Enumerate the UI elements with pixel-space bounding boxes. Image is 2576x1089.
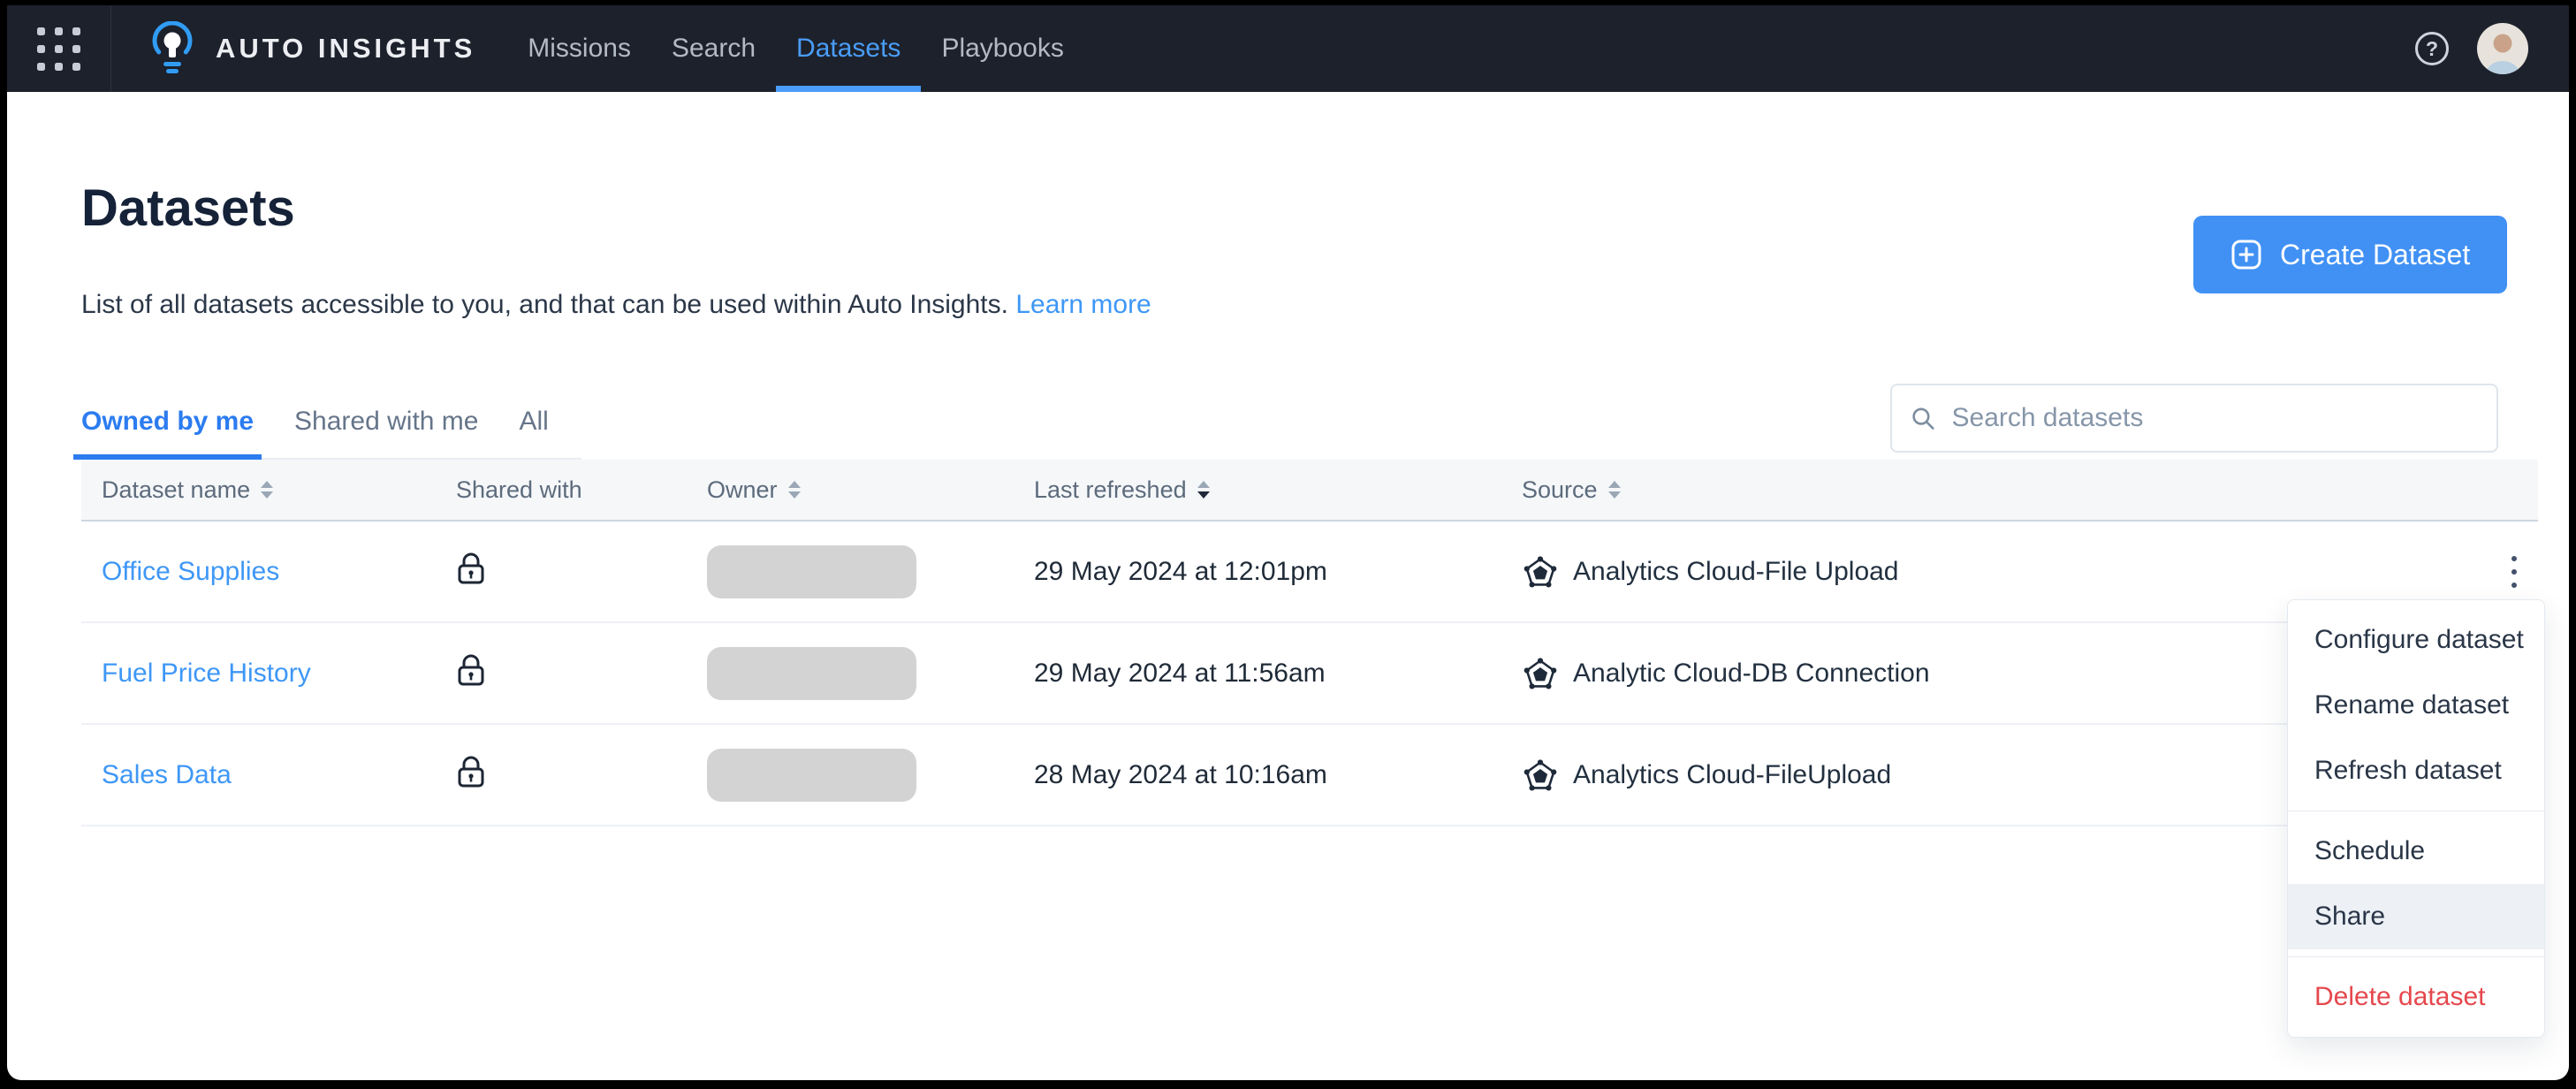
dataset-filter-tabs: Owned by me Shared with me All <box>73 403 581 460</box>
create-dataset-button[interactable]: Create Dataset <box>2193 216 2508 293</box>
lock-icon <box>458 552 484 583</box>
brand-title: AUTO INSIGHTS <box>216 33 476 64</box>
lock-icon <box>458 756 484 787</box>
page-description-text: List of all datasets accessible to you, … <box>81 290 1008 319</box>
table-row: Office Supplies 29 May 2024 at 12:01pm A… <box>81 522 2538 623</box>
table-row: Sales Data 28 May 2024 at 10:16am Analyt… <box>81 725 2538 826</box>
kebab-menu-button[interactable] <box>2503 547 2526 597</box>
svg-text:?: ? <box>2426 37 2438 60</box>
nav-item-label: Datasets <box>796 34 901 63</box>
source-label: Analytic Cloud-DB Connection <box>1573 658 1930 688</box>
analytics-cloud-icon <box>1524 555 1557 587</box>
menu-item-schedule[interactable]: Schedule <box>2288 819 2544 884</box>
sort-icon <box>1607 481 1621 499</box>
column-header-label: Source <box>1522 476 1598 503</box>
context-menu-group: Configure dataset Rename dataset Refresh d… <box>2288 600 2544 811</box>
table-row: Fuel Price History 29 May 2024 at 11:56a… <box>81 623 2538 725</box>
column-header-source[interactable]: Source <box>1522 476 2485 504</box>
lock-icon <box>458 654 484 685</box>
menu-item-refresh-dataset[interactable]: Refresh dataset <box>2288 738 2544 803</box>
dataset-name-link[interactable]: Sales Data <box>102 760 232 789</box>
dataset-name-link[interactable]: Fuel Price History <box>102 659 311 688</box>
tab-shared-with-me[interactable]: Shared with me <box>286 403 486 460</box>
help-icon: ? <box>2415 32 2449 65</box>
last-refreshed: 29 May 2024 at 12:01pm <box>1034 556 1327 586</box>
last-refreshed: 28 May 2024 at 10:16am <box>1034 759 1327 789</box>
nav-item-playbooks[interactable]: Playbooks <box>921 5 1083 92</box>
context-menu-group: Schedule Share <box>2288 811 2544 957</box>
help-button[interactable]: ? <box>2413 30 2451 67</box>
nav-item-search[interactable]: Search <box>651 5 776 92</box>
top-navigation-bar: AUTO INSIGHTS Missions Search Datasets Play… <box>7 5 2569 92</box>
dataset-name-link[interactable]: Office Supplies <box>102 557 279 586</box>
page-title: Datasets <box>81 179 295 237</box>
column-header-last-refreshed[interactable]: Last refreshed <box>1034 476 1522 504</box>
datasets-table: Dataset name Shared with Owner Last refr… <box>81 460 2538 826</box>
owner-redacted <box>707 646 916 700</box>
tab-owned-by-me[interactable]: Owned by me <box>73 403 262 460</box>
column-header-label: Shared with <box>456 476 582 503</box>
learn-more-link[interactable]: Learn more <box>1015 290 1151 319</box>
menu-item-rename-dataset[interactable]: Rename dataset <box>2288 673 2544 738</box>
analytics-cloud-icon <box>1524 758 1557 790</box>
owner-redacted <box>707 544 916 598</box>
column-header-owner[interactable]: Owner <box>707 476 1034 504</box>
lightbulb-icon <box>152 5 193 92</box>
sort-icon <box>787 481 801 499</box>
menu-item-delete-dataset[interactable]: Delete dataset <box>2288 964 2544 1030</box>
source-label: Analytics Cloud-FileUpload <box>1573 759 1892 789</box>
main-nav: Missions Search Datasets Playbooks <box>507 5 1084 92</box>
column-header-label: Last refreshed <box>1034 476 1187 503</box>
column-header-dataset-name[interactable]: Dataset name <box>102 476 456 504</box>
table-body: Office Supplies 29 May 2024 at 12:01pm A… <box>81 522 2538 826</box>
app-window: AUTO INSIGHTS Missions Search Datasets Play… <box>7 5 2569 1080</box>
nav-item-label: Missions <box>528 34 631 63</box>
sort-icon <box>1197 481 1210 499</box>
kebab-menu-icon <box>2511 555 2517 561</box>
search-box <box>1890 384 2498 453</box>
column-header-shared-with: Shared with <box>456 476 707 504</box>
user-avatar[interactable] <box>2477 23 2528 74</box>
last-refreshed: 29 May 2024 at 11:56am <box>1034 658 1326 688</box>
owner-redacted <box>707 748 916 802</box>
app-switcher-button[interactable] <box>7 5 111 92</box>
menu-item-configure-dataset[interactable]: Configure dataset <box>2288 607 2544 673</box>
search-input[interactable] <box>1949 402 2479 434</box>
page-description: List of all datasets accessible to you, … <box>81 290 1151 320</box>
menu-item-share[interactable]: Share <box>2288 884 2544 949</box>
column-header-label: Dataset name <box>102 476 251 503</box>
create-dataset-label: Create Dataset <box>2280 238 2471 270</box>
sort-icon <box>261 481 274 499</box>
plus-square-icon <box>2231 240 2261 270</box>
topbar-right: ? <box>2413 5 2569 92</box>
dataset-context-menu: Configure dataset Rename dataset Refresh d… <box>2287 599 2545 1038</box>
context-menu-group: Delete dataset <box>2288 957 2544 1037</box>
nav-item-label: Search <box>671 34 756 63</box>
tab-all[interactable]: All <box>511 403 556 460</box>
nav-item-missions[interactable]: Missions <box>507 5 651 92</box>
grid-icon <box>37 27 80 71</box>
column-header-label: Owner <box>707 476 778 503</box>
search-icon <box>1912 407 1934 430</box>
table-header-row: Dataset name Shared with Owner Last refr… <box>81 460 2538 522</box>
nav-item-datasets[interactable]: Datasets <box>776 5 922 92</box>
analytics-cloud-icon <box>1524 657 1557 689</box>
source-label: Analytics Cloud-File Upload <box>1573 556 1899 586</box>
nav-item-label: Playbooks <box>941 34 1064 63</box>
